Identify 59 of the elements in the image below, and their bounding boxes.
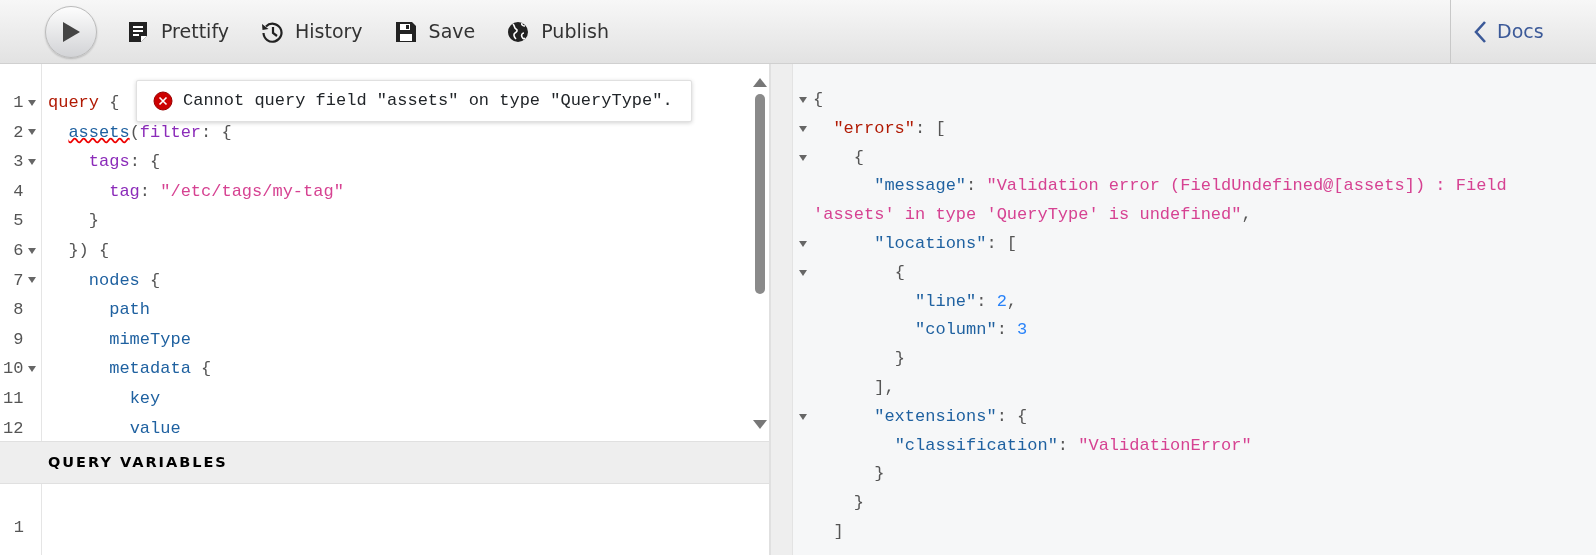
code-line: ]: [832, 520, 845, 543]
tooltip-message: Cannot query field "assets" on type "QueryType".: [183, 90, 673, 112]
code-line: key: [128, 387, 161, 410]
line-number: 9: [12, 328, 24, 351]
variables-panel-header[interactable]: QUERY VARIABLES: [0, 441, 769, 484]
toolbar-button[interactable]: Prettify: [113, 11, 243, 52]
code-line: "locations": [: [873, 233, 1019, 255]
code-line: "extensions": {: [873, 405, 1029, 428]
code-line: tags: {: [87, 151, 161, 174]
panel-title: QUERY VARIABLES: [48, 452, 228, 472]
chevron-left-icon: [1473, 19, 1487, 44]
play-icon: [61, 20, 81, 43]
line-number: 1: [12, 92, 24, 114]
save-icon: [394, 20, 417, 43]
code-line: "classification": "ValidationError": [893, 434, 1253, 457]
line-number: 3: [12, 151, 24, 174]
history-icon: [261, 20, 283, 43]
run-button[interactable]: [45, 5, 97, 58]
globe-icon: [507, 20, 530, 43]
error-icon: [153, 91, 173, 111]
code-line: path: [108, 299, 151, 322]
code-line: metadata {: [108, 358, 212, 381]
line-number: 10: [2, 358, 24, 381]
line-number: 6: [12, 239, 24, 262]
code-line: mimeType: [108, 328, 191, 351]
code-line: }: [893, 348, 906, 371]
line-number: 12: [2, 417, 24, 440]
scrollbar-thumb[interactable]: [755, 94, 765, 294]
code-line: }: [87, 210, 99, 233]
code-line: "column": 3: [914, 319, 1029, 342]
code-line: "errors": [: [832, 117, 947, 140]
line-number: 8: [12, 299, 24, 322]
toolbar-button[interactable]: History: [247, 11, 377, 52]
toolbar-button[interactable]: Publish: [493, 11, 623, 52]
code-line: value: [128, 417, 181, 440]
code-line: {: [893, 261, 906, 284]
code-line: }: [873, 463, 886, 486]
line-number: 5: [12, 210, 24, 233]
code-line: }: [852, 492, 865, 515]
line-number: 11: [2, 387, 24, 410]
docs-button[interactable]: Docs: [1450, 0, 1596, 63]
code-line: tag: "/etc/tags/my-tag": [108, 180, 344, 203]
code-line: query {: [47, 92, 120, 114]
document-icon: [127, 20, 149, 43]
line-number: 7: [12, 269, 24, 292]
scroll-up-arrow-icon: [752, 76, 768, 88]
line-number: 1: [12, 517, 24, 539]
code-line: "message": "Validation error (FieldUndefined@[assets]) : Field 'assets' in type 'QueryType' is undefined",: [813, 175, 1508, 227]
code-line: {: [852, 146, 865, 169]
code-line: ],: [873, 376, 896, 399]
code-line: {: [813, 89, 825, 111]
line-number: 4: [12, 180, 24, 203]
line-number: 2: [12, 121, 24, 144]
code-line: }) {: [67, 239, 110, 262]
code-line: nodes {: [87, 269, 161, 292]
code-line: "line": 2,: [914, 290, 1019, 313]
code-line: assets(filter: {: [67, 121, 232, 144]
scroll-down-arrow-icon: [752, 419, 768, 431]
toolbar-button[interactable]: Save: [380, 11, 490, 52]
